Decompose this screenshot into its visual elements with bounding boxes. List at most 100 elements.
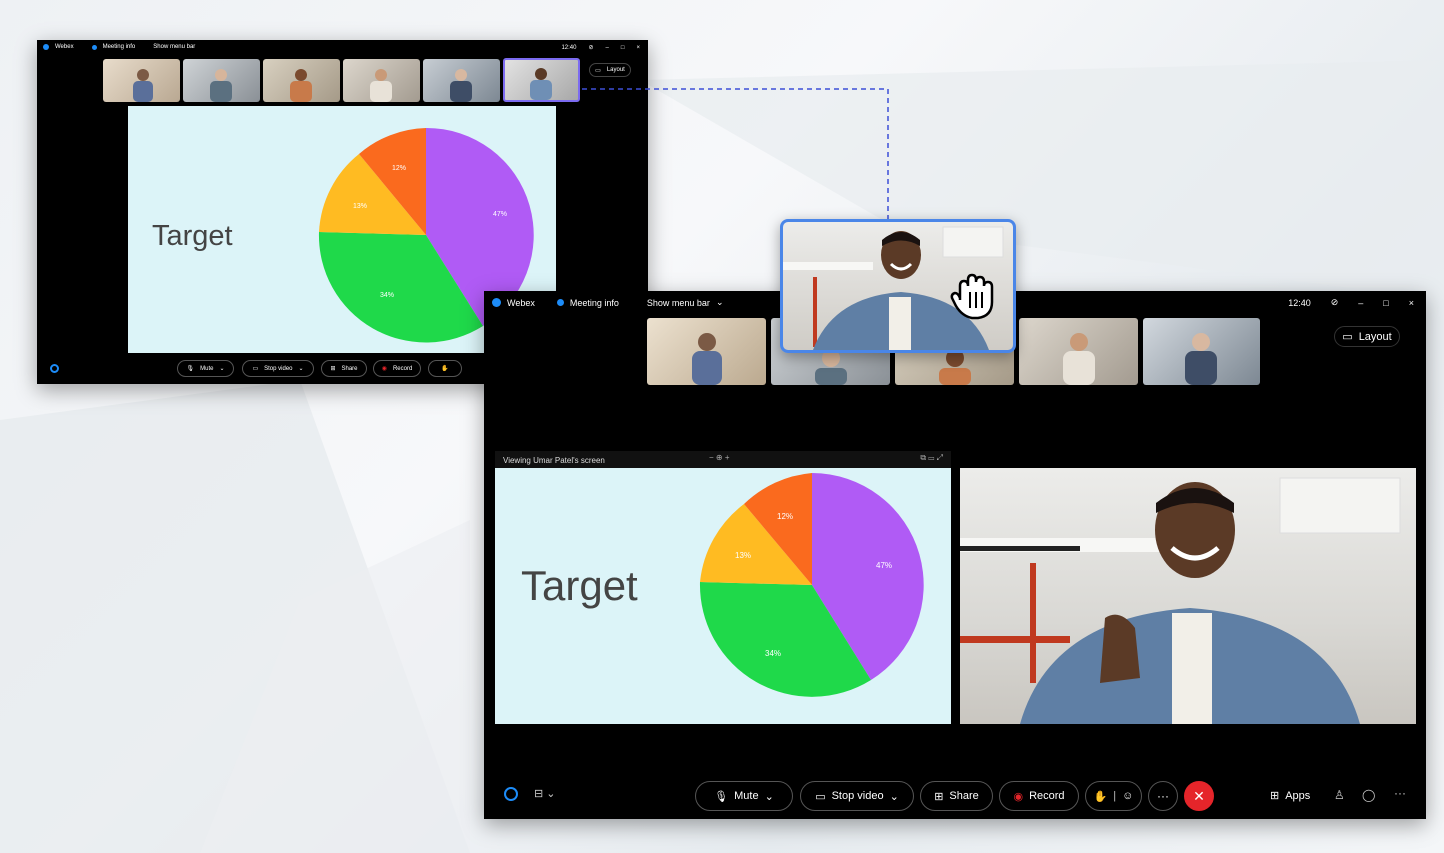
- back-participant-thumb[interactable]: [183, 59, 260, 102]
- share-view-options[interactable]: ⧉ ▭ ⤢: [920, 453, 943, 463]
- close-icon[interactable]: ×: [1409, 298, 1414, 308]
- layout-icon: ▭: [1342, 331, 1353, 343]
- apps-icon: ⊞: [1270, 790, 1280, 802]
- front-reactions-button[interactable]: ✋ | ☺: [1085, 781, 1142, 811]
- reactions-icon: ☺: [1122, 790, 1134, 802]
- front-window-controls: 12:40 ⊘ – □ ×: [1288, 297, 1414, 308]
- front-shared-slide: Target 47% 34% 13% 12%: [495, 468, 951, 724]
- front-meeting-info[interactable]: Meeting info: [570, 298, 619, 308]
- webex-logo-icon: [43, 44, 49, 50]
- front-layout-label: Layout: [1358, 330, 1392, 343]
- more-icon: ···: [1157, 789, 1169, 803]
- back-participant-thumb[interactable]: [343, 59, 420, 102]
- pie-label: 13%: [353, 203, 367, 210]
- pie-label: 12%: [392, 165, 406, 172]
- video-icon: ▭: [252, 366, 259, 372]
- microphone-icon: 🎙: [186, 366, 195, 372]
- back-reactions-button[interactable]: ✋: [428, 360, 462, 377]
- front-stop-video-button[interactable]: ▭ Stop video ⌄: [800, 781, 914, 811]
- back-stop-video-label: Stop video: [264, 365, 293, 372]
- front-time: 12:40: [1288, 297, 1311, 308]
- drag-hand-icon: [948, 270, 1000, 322]
- back-show-menu-bar[interactable]: Show menu bar: [153, 44, 195, 50]
- front-share-header: Viewing Umar Patel's screen − ⊕ + ⧉ ▭ ⤢: [495, 451, 951, 468]
- meeting-info-icon[interactable]: [91, 44, 97, 50]
- more-options-button[interactable]: ···: [1148, 781, 1178, 811]
- back-mute-button[interactable]: 🎙 Mute ⌄: [177, 360, 234, 377]
- chevron-down-icon: ⌄: [889, 790, 899, 803]
- video-icon: ▭: [815, 790, 826, 803]
- chevron-down-icon[interactable]: ⌄: [716, 297, 724, 308]
- webex-logo-icon[interactable]: [504, 787, 518, 801]
- front-mute-button[interactable]: 🎙 Mute ⌄: [695, 781, 793, 811]
- back-brand: Webex: [55, 44, 74, 50]
- layout-icon: ▭: [595, 67, 601, 74]
- back-participant-thumb[interactable]: [103, 59, 180, 102]
- front-apps-label: Apps: [1285, 789, 1311, 802]
- active-speaker-video[interactable]: [960, 468, 1416, 724]
- front-meeting-window: Webex Meeting info Show menu bar ⌄ 12:40…: [484, 291, 1426, 819]
- viewing-screen-label: Viewing Umar Patel's screen: [503, 456, 605, 465]
- layout-icon[interactable]: ⊟ ⌄: [534, 787, 556, 800]
- chevron-down-icon: ⌄: [219, 366, 225, 372]
- back-stop-video-button[interactable]: ▭ Stop video ⌄: [242, 360, 314, 377]
- raise-hand-icon: ✋: [1093, 790, 1108, 803]
- front-share-button[interactable]: ⊞ Share: [920, 781, 993, 811]
- front-brand: Webex: [507, 297, 535, 308]
- back-participant-thumb-selected[interactable]: [503, 58, 580, 102]
- close-icon[interactable]: ×: [636, 45, 640, 51]
- participants-icon[interactable]: ♙: [1334, 788, 1345, 802]
- back-participant-thumb[interactable]: [423, 59, 500, 102]
- front-participant-thumb[interactable]: [1019, 318, 1138, 385]
- microphone-icon: 🎙: [714, 790, 729, 803]
- pie-label: 13%: [735, 551, 751, 560]
- maximize-icon[interactable]: □: [1383, 298, 1388, 308]
- front-participant-thumb[interactable]: [1143, 318, 1260, 385]
- help-icon[interactable]: ⊘: [588, 44, 593, 51]
- pie-label: 47%: [493, 211, 507, 218]
- raise-hand-icon: ✋: [441, 366, 449, 372]
- back-share-label: Share: [341, 365, 358, 372]
- front-record-label: Record: [1029, 790, 1065, 802]
- record-icon: ◉: [1013, 790, 1024, 803]
- chevron-down-icon: ⌄: [764, 790, 774, 803]
- record-icon: ◉: [381, 366, 387, 372]
- end-call-button[interactable]: ✕: [1184, 781, 1214, 811]
- back-titlebar: Webex Meeting info Show menu bar: [43, 44, 195, 50]
- meeting-info-icon[interactable]: [556, 299, 564, 306]
- zoom-controls[interactable]: − ⊕ +: [709, 453, 730, 462]
- back-layout-button[interactable]: ▭ Layout: [589, 63, 631, 77]
- front-apps-button[interactable]: ⊞ Apps: [1270, 789, 1311, 803]
- front-titlebar: Webex Meeting info Show menu bar ⌄: [492, 297, 723, 308]
- end-call-icon: ✕: [1193, 787, 1205, 804]
- front-participant-thumb[interactable]: [647, 318, 766, 385]
- back-share-button[interactable]: ⊞ Share: [321, 360, 367, 377]
- front-pie-chart: 47% 34% 13% 12%: [699, 473, 924, 697]
- front-show-menu-bar[interactable]: Show menu bar: [647, 298, 710, 308]
- share-icon: ⊞: [330, 366, 336, 372]
- front-record-button[interactable]: ◉ Record: [999, 781, 1079, 811]
- webex-logo-icon: [492, 298, 501, 307]
- back-time: 12:40: [561, 44, 577, 51]
- maximize-icon[interactable]: □: [621, 45, 625, 51]
- help-icon[interactable]: ⊘: [1331, 297, 1339, 308]
- front-share-label: Share: [949, 790, 979, 802]
- back-meeting-info[interactable]: Meeting info: [103, 44, 136, 50]
- back-layout-label: Layout: [606, 67, 625, 73]
- back-window-controls: 12:40 ⊘ – □ ×: [561, 44, 640, 52]
- minimize-icon[interactable]: –: [606, 45, 609, 51]
- front-layout-button[interactable]: ▭ Layout: [1334, 326, 1400, 347]
- chat-icon[interactable]: ◯: [1362, 788, 1375, 802]
- pie-label: 34%: [765, 649, 781, 658]
- webex-logo-icon[interactable]: [50, 364, 59, 373]
- pie-label: 34%: [380, 292, 394, 299]
- share-icon: ⊞: [934, 790, 944, 803]
- more-icon[interactable]: ···: [1394, 786, 1406, 800]
- chevron-down-icon: ⌄: [298, 366, 304, 372]
- minimize-icon[interactable]: –: [1358, 298, 1363, 308]
- back-participant-thumb[interactable]: [263, 59, 340, 102]
- back-mute-label: Mute: [200, 365, 214, 372]
- front-stop-video-label: Stop video: [831, 790, 884, 802]
- pie-label: 12%: [777, 512, 793, 521]
- back-record-button[interactable]: ◉ Record: [373, 360, 421, 377]
